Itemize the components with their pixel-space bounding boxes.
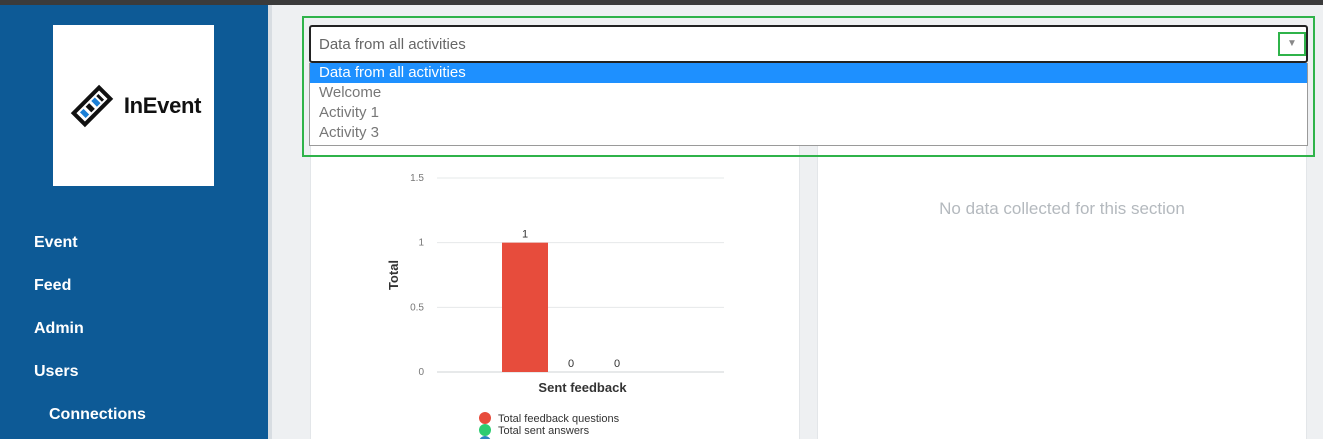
y-tick-label: 1.5 xyxy=(410,173,424,184)
x-axis-title: Sent feedback xyxy=(538,380,627,395)
activity-select-value: Data from all activities xyxy=(319,36,466,53)
legend-marker xyxy=(479,412,491,424)
activity-options-list: Data from all activities Welcome Activity … xyxy=(309,63,1308,146)
activity-option[interactable]: Welcome xyxy=(310,83,1307,103)
legend-label: Total sent answers xyxy=(498,425,590,437)
y-tick-label: 0 xyxy=(418,367,424,378)
activity-option[interactable]: Data from all activities xyxy=(310,63,1307,83)
y-axis-title: Total xyxy=(386,260,401,290)
legend-label: Total feedback questions xyxy=(498,413,620,425)
bar-value-label: 0 xyxy=(614,358,620,370)
bar-value-label: 1 xyxy=(522,229,528,241)
activity-select-toggle[interactable]: ▼ xyxy=(1278,32,1306,56)
bar xyxy=(502,242,548,372)
activity-select[interactable]: Data from all activities xyxy=(309,25,1308,63)
legend-marker xyxy=(479,424,491,436)
bar-value-label: 0 xyxy=(568,358,574,370)
y-tick-label: 0.5 xyxy=(410,302,424,313)
activity-option[interactable]: Activity 3 xyxy=(310,123,1307,143)
caret-down-icon: ▼ xyxy=(1287,38,1297,49)
activity-option[interactable]: Activity 1 xyxy=(310,103,1307,123)
y-tick-label: 1 xyxy=(418,238,424,249)
